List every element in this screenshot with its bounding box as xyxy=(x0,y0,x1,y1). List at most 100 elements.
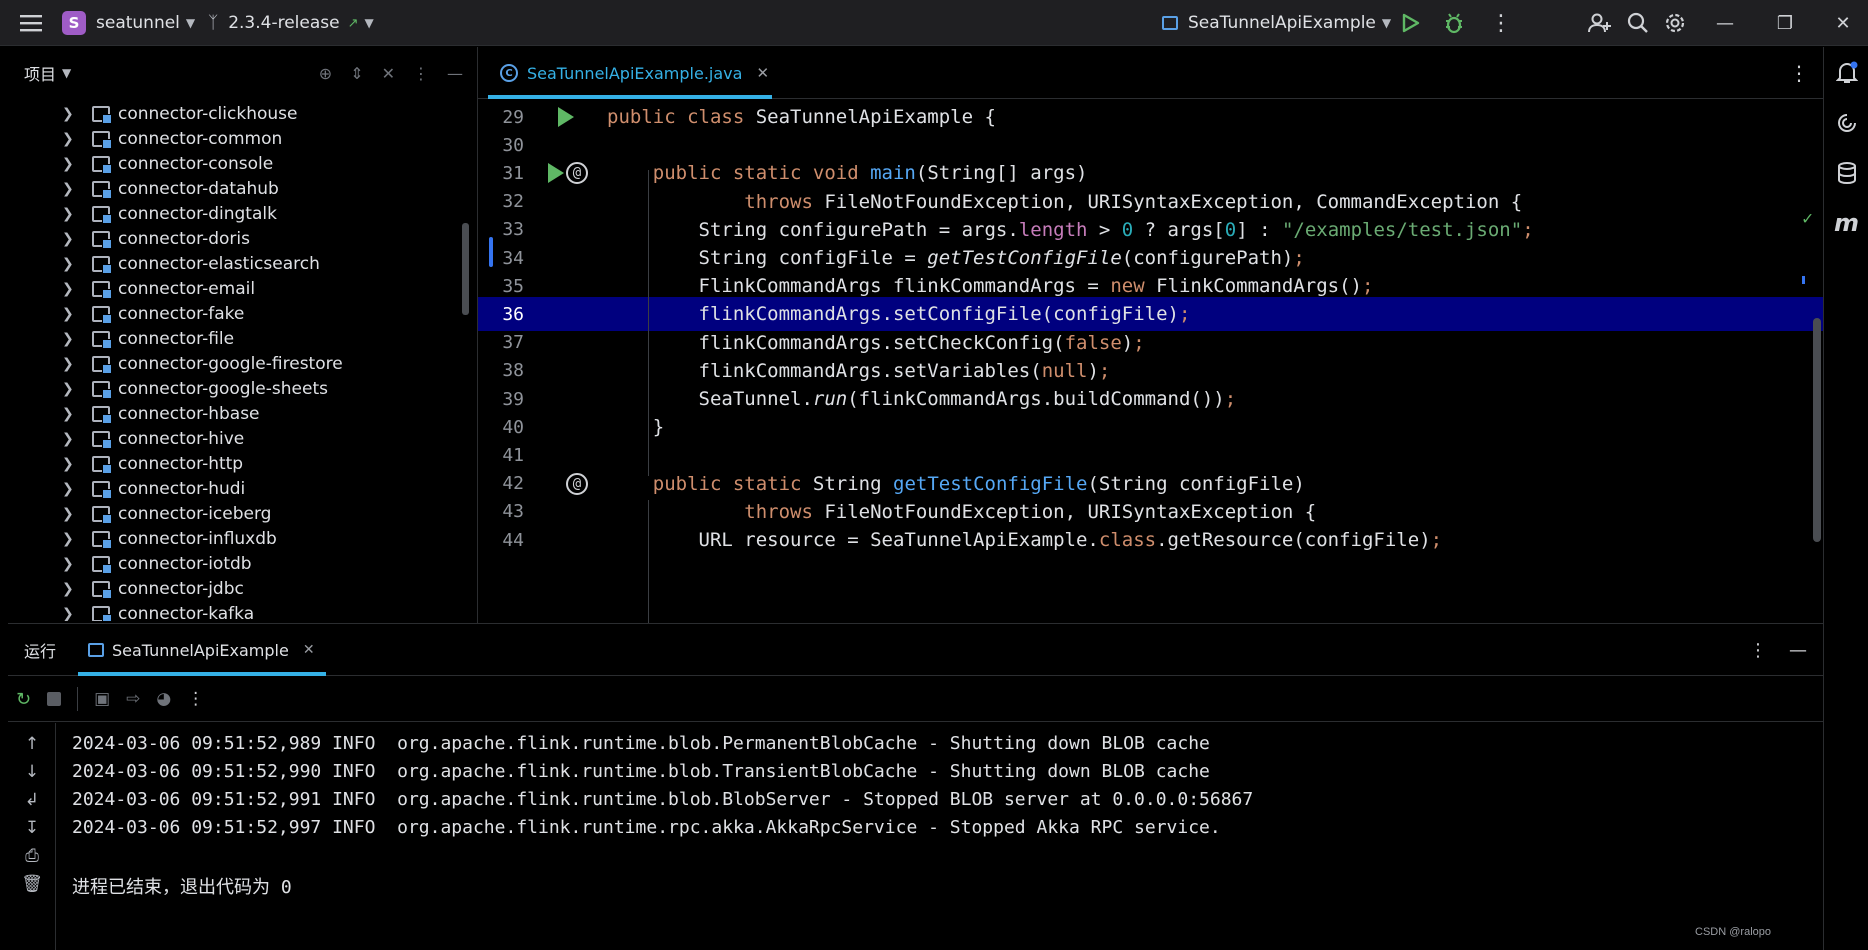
tree-item[interactable]: ❯ connector-clickhouse xyxy=(8,101,468,126)
tree-item[interactable]: ❯ connector-influxdb xyxy=(8,526,468,551)
trash-icon[interactable]: 🗑 xyxy=(8,871,56,897)
tree-item[interactable]: ❯ connector-google-sheets xyxy=(8,376,468,401)
gauge-icon[interactable]: ◕ xyxy=(156,689,171,709)
tree-item[interactable]: ❯ connector-fake xyxy=(8,301,468,326)
soft-wrap-icon[interactable]: ↲ xyxy=(8,787,56,813)
annotation-gutter-icon[interactable]: @ xyxy=(566,472,588,495)
close-tab-icon[interactable]: ✕ xyxy=(303,642,315,658)
tree-item[interactable]: ❯ connector-console xyxy=(8,151,468,176)
line-number[interactable]: 37 xyxy=(478,332,524,353)
line-number[interactable]: 44 xyxy=(478,530,524,551)
gear-icon[interactable] xyxy=(1664,0,1686,46)
code-area[interactable]: 29 public class SeaTunnelApiExample {30 31… xyxy=(478,100,1823,623)
tree-item[interactable]: ❯ connector-email xyxy=(8,276,468,301)
line-number[interactable]: 36 xyxy=(478,304,524,325)
main-menu-icon[interactable] xyxy=(20,0,42,46)
chevron-right-icon[interactable]: ❯ xyxy=(62,231,82,247)
line-number[interactable]: 35 xyxy=(478,276,524,297)
chevron-right-icon[interactable]: ❯ xyxy=(62,156,82,172)
project-selector[interactable]: S seatunnel ▼ xyxy=(62,0,195,46)
close-tab-icon[interactable]: ✕ xyxy=(756,64,769,82)
chevron-right-icon[interactable]: ❯ xyxy=(62,131,82,147)
run-gutter-icon[interactable] xyxy=(558,107,574,127)
chevron-down-icon[interactable]: ▼ xyxy=(62,66,71,80)
chevron-right-icon[interactable]: ❯ xyxy=(62,406,82,422)
chevron-right-icon[interactable]: ❯ xyxy=(62,506,82,522)
chevron-right-icon[interactable]: ❯ xyxy=(62,431,82,447)
line-number[interactable]: 34 xyxy=(478,248,524,269)
arrow-down-icon[interactable]: ↓ xyxy=(8,759,56,785)
exit-icon[interactable]: ⇨ xyxy=(126,689,140,709)
tree-item[interactable]: ❯ connector-datahub xyxy=(8,176,468,201)
line-number[interactable]: 41 xyxy=(478,445,524,466)
expand-all-icon[interactable]: ⇕ xyxy=(350,64,363,83)
hide-panel-icon[interactable]: — xyxy=(447,64,463,83)
chevron-right-icon[interactable]: ❯ xyxy=(62,281,82,297)
chevron-right-icon[interactable]: ❯ xyxy=(62,531,82,547)
run-button[interactable] xyxy=(1402,0,1420,46)
close-window-button[interactable]: ✕ xyxy=(1818,0,1868,46)
tree-scrollbar[interactable] xyxy=(462,223,469,315)
camera-icon[interactable]: ▣ xyxy=(94,689,110,709)
chevron-right-icon[interactable]: ❯ xyxy=(62,106,82,122)
tree-item[interactable]: ❯ connector-common xyxy=(8,126,468,151)
annotation-gutter-icon[interactable]: @ xyxy=(566,162,588,185)
project-panel-title[interactable]: 项目 xyxy=(24,61,56,85)
rerun-icon[interactable]: ↻ xyxy=(16,689,31,710)
editor-scrollbar[interactable] xyxy=(1813,318,1821,542)
ai-assistant-icon[interactable] xyxy=(1824,105,1868,141)
chevron-right-icon[interactable]: ❯ xyxy=(62,556,82,572)
chevron-right-icon[interactable]: ❯ xyxy=(62,306,82,322)
tree-item[interactable]: ❯ connector-iceberg xyxy=(8,501,468,526)
tree-item[interactable]: ❯ connector-hudi xyxy=(8,476,468,501)
line-number[interactable]: 43 xyxy=(478,501,524,522)
run-config-selector[interactable]: SeaTunnelApiExample ▼ xyxy=(1162,0,1391,46)
minimize-button[interactable]: — xyxy=(1700,0,1750,46)
chevron-right-icon[interactable]: ❯ xyxy=(62,256,82,272)
chevron-right-icon[interactable]: ❯ xyxy=(62,331,82,347)
line-number[interactable]: 33 xyxy=(478,219,524,240)
scroll-to-end-icon[interactable]: ↧ xyxy=(8,815,56,841)
line-number[interactable]: 39 xyxy=(478,389,524,410)
tree-item[interactable]: ❯ connector-jdbc xyxy=(8,576,468,601)
run-gutter-icon[interactable] xyxy=(548,163,564,184)
line-number[interactable]: 40 xyxy=(478,417,524,438)
debug-button[interactable] xyxy=(1443,0,1465,46)
tree-item[interactable]: ❯ connector-kafka xyxy=(8,601,468,621)
inspection-ok-icon[interactable]: ✓ xyxy=(1802,208,1813,229)
notifications-icon[interactable] xyxy=(1824,55,1868,91)
print-icon[interactable]: ⎙ xyxy=(8,843,56,869)
chevron-right-icon[interactable]: ❯ xyxy=(62,381,82,397)
tree-item[interactable]: ❯ connector-file xyxy=(8,326,468,351)
more-actions-icon[interactable]: ⋮ xyxy=(187,689,204,709)
more-options-icon[interactable]: ⋮ xyxy=(1749,640,1767,661)
chevron-right-icon[interactable]: ❯ xyxy=(62,356,82,372)
line-number[interactable]: 31 xyxy=(478,163,524,184)
tree-item[interactable]: ❯ connector-iotdb xyxy=(8,551,468,576)
line-number[interactable]: 42 xyxy=(478,473,524,494)
locate-icon[interactable]: ⊕ xyxy=(319,64,332,83)
console-output[interactable]: 2024-03-06 09:51:52,989 INFO org.apache.… xyxy=(56,723,1823,950)
tree-item[interactable]: ❯ connector-dingtalk xyxy=(8,201,468,226)
more-actions-icon[interactable]: ⋮ xyxy=(1490,0,1512,46)
search-icon[interactable] xyxy=(1627,0,1649,46)
tab-seatunnelapiexample[interactable]: C SeaTunnelApiExample.java ✕ xyxy=(488,47,781,99)
line-number[interactable]: 30 xyxy=(478,135,524,156)
add-user-icon[interactable] xyxy=(1588,0,1612,46)
chevron-right-icon[interactable]: ❯ xyxy=(62,481,82,497)
chevron-right-icon[interactable]: ❯ xyxy=(62,456,82,472)
run-tab-seatunnelapiexample[interactable]: SeaTunnelApiExample ✕ xyxy=(78,624,325,676)
chevron-right-icon[interactable]: ❯ xyxy=(62,181,82,197)
maven-icon[interactable]: m xyxy=(1824,205,1868,241)
chevron-right-icon[interactable]: ❯ xyxy=(62,206,82,222)
branch-selector[interactable]: ᛉ 2.3.4-release ↗ ▼ xyxy=(208,0,374,46)
line-number[interactable]: 38 xyxy=(478,360,524,381)
arrow-up-icon[interactable]: ↑ xyxy=(8,731,56,757)
line-number[interactable]: 32 xyxy=(478,191,524,212)
stop-icon[interactable] xyxy=(47,692,62,706)
tree-item[interactable]: ❯ connector-hive xyxy=(8,426,468,451)
restore-button[interactable]: ❐ xyxy=(1760,0,1810,46)
database-icon[interactable] xyxy=(1824,155,1868,191)
chevron-right-icon[interactable]: ❯ xyxy=(62,581,82,597)
collapse-all-icon[interactable]: ✕ xyxy=(382,64,395,83)
